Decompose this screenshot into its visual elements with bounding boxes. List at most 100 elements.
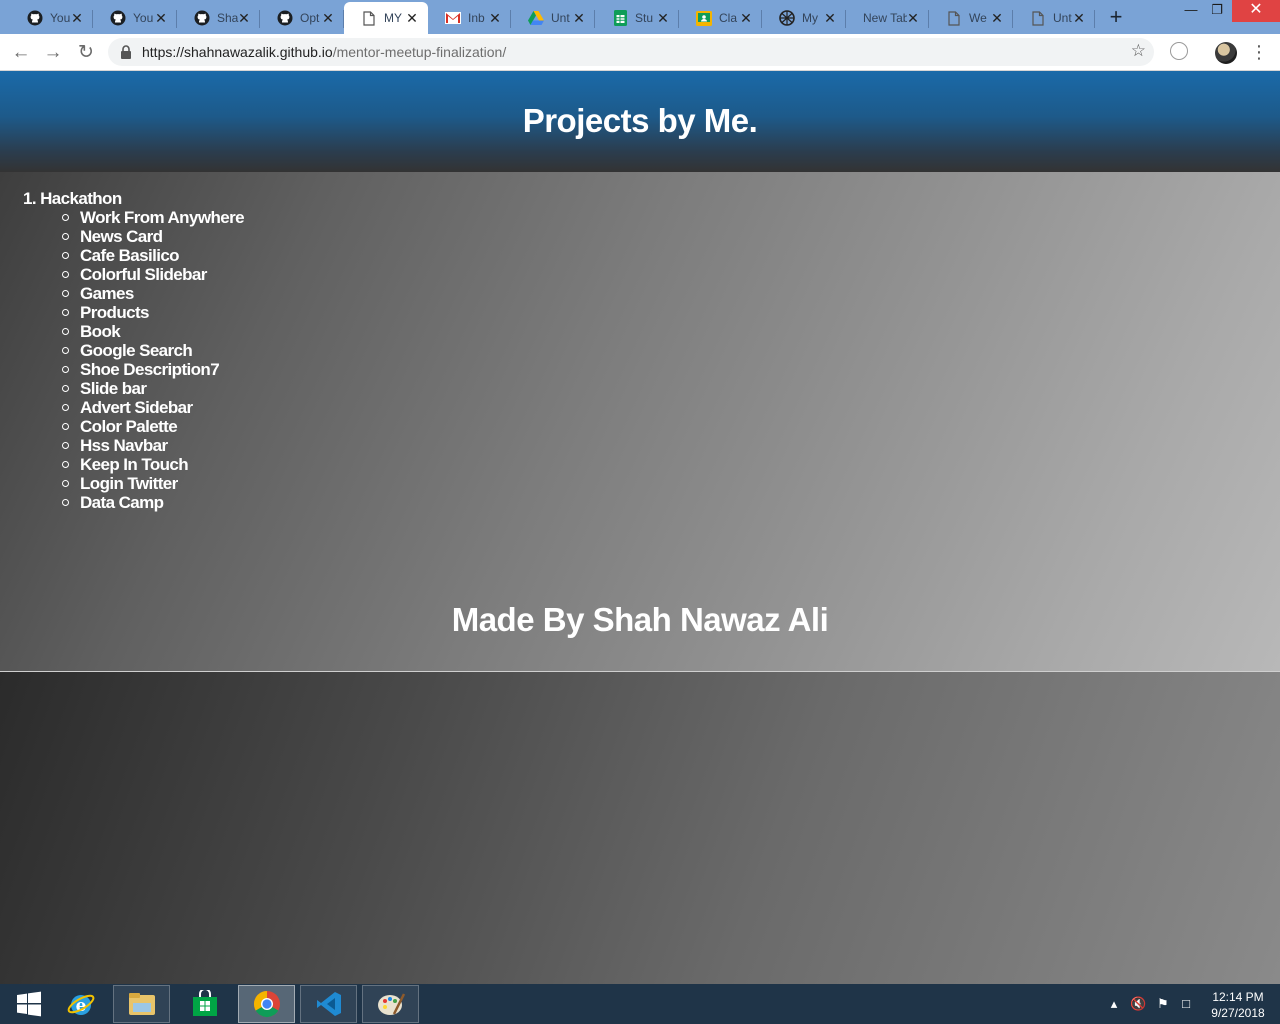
close-tab-icon[interactable]: ✕ [488,11,502,25]
close-tab-icon[interactable]: ✕ [154,11,168,25]
tab-title: You [50,11,71,25]
project-link[interactable]: Color Palette [62,417,244,436]
project-link[interactable]: Colorful Slidebar [62,265,244,284]
close-tab-icon[interactable]: ✕ [739,11,753,25]
tab-title: Sha [217,11,239,25]
gmail-icon [445,10,461,26]
restore-button[interactable]: ❐ [1204,0,1230,22]
reload-button[interactable]: ↻ [75,42,97,64]
tab-title: You [133,11,154,25]
project-link[interactable]: Login Twitter [62,474,244,493]
browser-tab[interactable]: Stu ✕ [595,2,679,34]
close-tab-icon[interactable]: ✕ [906,11,920,25]
github-icon [27,10,43,26]
close-window-button[interactable]: ✕ [1232,0,1280,22]
tab-title: Inb [468,11,485,25]
browser-tab[interactable]: We ✕ [929,2,1013,34]
tab-title: Cla [719,11,738,25]
google-sheets-icon [612,10,628,26]
forward-button[interactable]: → [42,42,64,64]
browser-menu-icon[interactable]: ⋮ [1250,40,1268,64]
close-tab-icon[interactable]: ✕ [823,11,837,25]
browser-tab[interactable]: My ✕ [762,2,846,34]
browser-tab[interactable]: Unt ✕ [511,2,595,34]
browser-tab[interactable]: MY ✕ [344,2,428,34]
page-icon [1030,10,1046,26]
system-clock[interactable]: 12:14 PM 9/27/2018 [1200,989,1276,1021]
project-link[interactable]: Products [62,303,244,322]
lock-icon [121,45,131,59]
browser-tab[interactable]: New Tab ✕ [846,2,929,34]
browser-tab[interactable]: You ✕ [10,2,93,34]
tab-title: MY [384,11,402,25]
browser-tab-strip: You ✕ You ✕ Sha ✕ Opt ✕ MY ✕ Inb ✕ Unt ✕ Stu ✕ Cla ✕ My ✕ Ne… [0,0,1280,34]
tab-title: New Tab [863,11,907,25]
file-explorer-icon[interactable] [113,985,170,1023]
browser-tab[interactable]: Inb ✕ [428,2,511,34]
project-links: Work From Anywhere News Card Cafe Basilico… [62,208,245,512]
close-tab-icon[interactable]: ✕ [405,11,419,25]
project-link[interactable]: Games [62,284,244,303]
close-tab-icon[interactable]: ✕ [1072,11,1086,25]
close-tab-icon[interactable]: ✕ [237,11,251,25]
clock-date: 9/27/2018 [1211,1006,1265,1020]
close-tab-icon[interactable]: ✕ [990,11,1004,25]
section-label: 1. Hackathon [23,189,122,208]
github-icon [277,10,293,26]
minimize-button[interactable]: — [1178,0,1204,22]
page-title: Projects by Me. [522,102,758,139]
page-icon [361,10,377,26]
project-link[interactable]: Data Camp [62,493,244,512]
network-icon[interactable]: □ [1178,996,1194,1012]
page-header: Projects by Me. [0,71,1280,172]
store-icon[interactable] [176,985,233,1023]
browser-tab[interactable]: You ✕ [93,2,177,34]
globe-icon [779,10,795,26]
close-tab-icon[interactable]: ✕ [656,11,670,25]
projects-section: 1. Hackathon Work From Anywhere News Card… [0,172,1280,672]
extension-icon[interactable] [1170,42,1188,60]
tab-title: Opt [300,11,320,25]
project-link[interactable]: Keep In Touch [62,455,244,474]
new-tab-button[interactable]: + [1104,6,1128,28]
project-link[interactable]: Shoe Description7 [62,360,244,379]
show-hidden-icons-arrow[interactable]: ▴ [1106,996,1122,1012]
address-bar[interactable]: https://shahnawazalik.github.io/mentor-m… [108,38,1154,66]
close-tab-icon[interactable]: ✕ [321,11,335,25]
profile-avatar[interactable] [1215,42,1237,64]
github-icon [110,10,126,26]
projects-list: 1. Hackathon Work From Anywhere News Card… [23,189,245,512]
bookmark-star-icon[interactable]: ☆ [1131,41,1146,61]
internet-explorer-icon[interactable]: e [52,985,109,1023]
vscode-icon[interactable] [300,985,357,1023]
github-icon [194,10,210,26]
close-tab-icon[interactable]: ✕ [572,11,586,25]
tab-title: Stu [635,11,654,25]
close-tab-icon[interactable]: ✕ [70,11,84,25]
tab-title: We [969,11,987,25]
browser-tab[interactable]: Cla ✕ [679,2,762,34]
windows-start-icon[interactable] [0,985,57,1023]
browser-tab[interactable]: Unt ✕ [1013,2,1095,34]
browser-tab[interactable]: Sha ✕ [177,2,260,34]
footer-credit: Made By Shah Nawaz Ali [451,601,829,638]
url-text: https://shahnawazalik.github.io/mentor-m… [142,44,506,60]
project-link[interactable]: Cafe Basilico [62,246,244,265]
project-link[interactable]: Book [62,322,244,341]
project-link[interactable]: Slide bar [62,379,244,398]
action-center-flag-icon[interactable]: ⚑ [1155,996,1171,1012]
project-link[interactable]: Google Search [62,341,244,360]
project-link[interactable]: Hss Navbar [62,436,244,455]
browser-tab[interactable]: Opt ✕ [260,2,344,34]
volume-muted-icon[interactable]: 🔇 [1130,996,1146,1012]
back-button[interactable]: ← [10,42,32,64]
project-link[interactable]: Advert Sidebar [62,398,244,417]
windows-taskbar: e ▴ 🔇 ⚑ □ 12:14 PM 9/27/2018 [0,984,1280,1024]
project-link[interactable]: Work From Anywhere [62,208,245,227]
project-link[interactable]: News Card [62,227,244,246]
chrome-icon[interactable] [238,985,295,1023]
page-background [0,672,1280,984]
tab-separator [1094,10,1095,28]
url-host: https://shahnawazalik.github.io [142,44,333,60]
paint-icon[interactable] [362,985,419,1023]
